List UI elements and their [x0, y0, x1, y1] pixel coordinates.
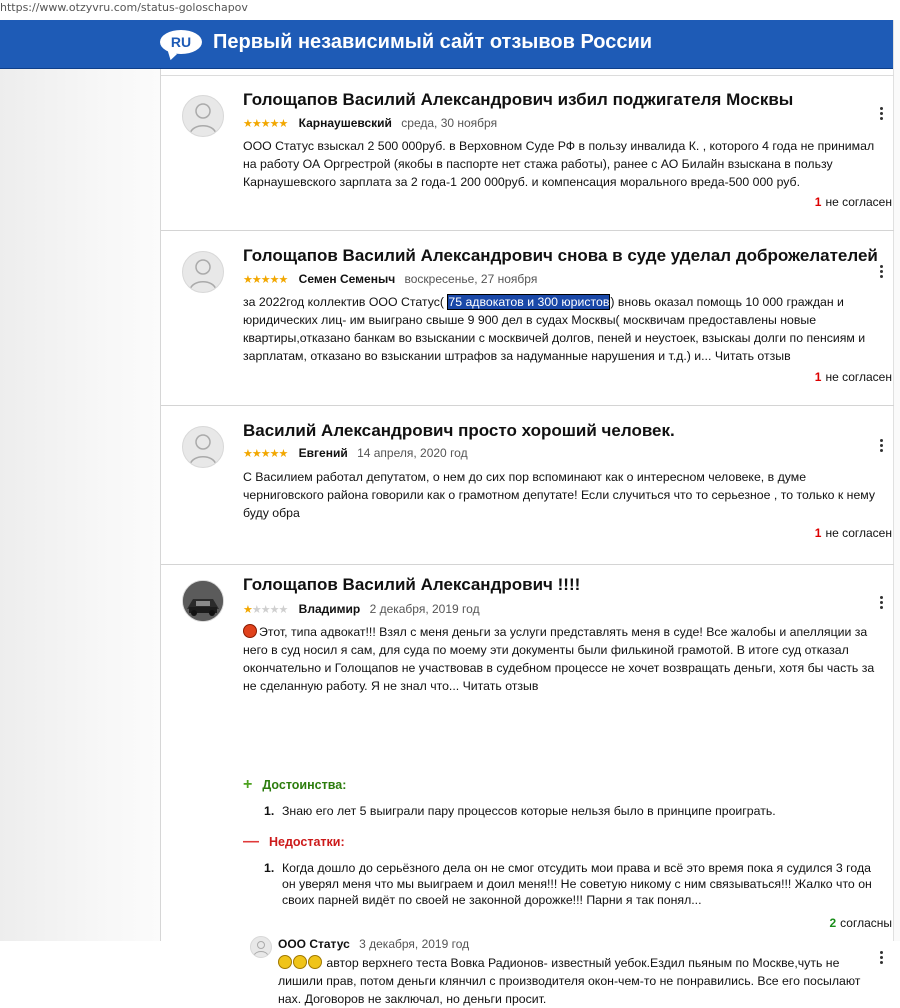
- minus-icon: —: [243, 833, 259, 850]
- disagree-count: 1: [814, 526, 822, 540]
- disagree-label: не согласен: [825, 195, 892, 209]
- review-meta: ★★★★★ Владимир 2 декабря, 2019 год: [243, 602, 480, 616]
- reply-author[interactable]: ООО Статус: [278, 937, 350, 951]
- review-meta: ★★★★★ Семен Семеныч воскресенье, 27 нояб…: [243, 272, 537, 286]
- review-date: 14 апреля, 2020 год: [357, 446, 468, 460]
- read-more-link[interactable]: Читать отзыв: [463, 679, 539, 693]
- agree-count: 2: [829, 916, 837, 930]
- agree-label: согласны: [840, 916, 892, 930]
- reply-text: автор верхнего теста Вовка Радионов- изв…: [278, 954, 883, 1008]
- pros-heading: + Достоинства:: [243, 776, 346, 794]
- kebab-menu-icon[interactable]: [877, 107, 887, 122]
- review-author[interactable]: Владимир: [299, 602, 361, 616]
- review-text: Этот, типа адвокат!!! Взял с меня деньги…: [243, 623, 888, 695]
- smiley-icon: [293, 955, 307, 969]
- reply-date: 3 декабря, 2019 год: [359, 937, 470, 951]
- disagree-count: 1: [814, 195, 822, 209]
- review-title[interactable]: Голощапов Василий Александрович избил по…: [243, 90, 793, 110]
- user-avatar: [182, 426, 224, 468]
- star-rating: ★★★★★: [243, 448, 288, 460]
- agree-counter[interactable]: 2 согласны: [829, 916, 892, 930]
- plus-icon: +: [243, 776, 253, 793]
- user-silhouette-icon: [189, 434, 217, 466]
- disagree-counter[interactable]: 1 не согласен: [815, 195, 892, 209]
- star-rating: ★★★★★: [243, 274, 288, 286]
- left-sidebar: [0, 69, 160, 941]
- reviews-list: Голощапов Василий Александрович избил по…: [160, 69, 894, 1006]
- divider: [161, 75, 894, 76]
- smiley-icon: [308, 955, 322, 969]
- selected-text: 75 адвокатов и 300 юристов: [447, 294, 611, 310]
- list-number: 1.: [264, 861, 275, 875]
- disagree-count: 1: [814, 370, 822, 384]
- cons-title: Недостатки:: [269, 835, 345, 849]
- review-text-part: за 2022год коллектив ООО Статус(: [243, 295, 448, 309]
- kebab-menu-icon[interactable]: [877, 596, 887, 611]
- site-header: RU Первый независимый сайт отзывов Росси…: [0, 20, 893, 69]
- review-title[interactable]: Голощапов Василий Александрович снова в …: [243, 246, 878, 266]
- reply-avatar: [250, 936, 272, 958]
- disagree-label: не согласен: [825, 370, 892, 384]
- user-avatar: [182, 251, 224, 293]
- car-photo-icon: [183, 581, 223, 621]
- review-title[interactable]: Голощапов Василий Александрович !!!!: [243, 575, 580, 595]
- review-date: 2 декабря, 2019 год: [369, 602, 480, 616]
- review-title[interactable]: Василий Александрович просто хороший чел…: [243, 421, 675, 441]
- cons-heading: — Недостатки:: [243, 833, 345, 851]
- review-date: среда, 30 ноября: [401, 116, 498, 130]
- address-bar[interactable]: https://www.otzyvru.com/status-goloschap…: [0, 0, 900, 20]
- review-text: ООО Статус взыскал 2 500 000руб. в Верхо…: [243, 139, 875, 189]
- user-silhouette-icon: [189, 103, 217, 135]
- user-silhouette-icon: [253, 941, 269, 957]
- read-more-link[interactable]: Читать отзыв: [715, 349, 791, 363]
- disagree-counter[interactable]: 1 не согласен: [815, 526, 892, 540]
- divider: [161, 230, 894, 231]
- review-text: С Василием работал депутатом, о нем до с…: [243, 470, 876, 520]
- disagree-counter[interactable]: 1 не согласен: [815, 370, 892, 384]
- smiley-icon: [278, 955, 292, 969]
- review-text: за 2022год коллектив ООО Статус( 75 адво…: [243, 293, 888, 365]
- pros-title: Достоинства:: [262, 778, 347, 792]
- star-rating: ★★★★★: [243, 118, 288, 130]
- user-avatar: [182, 580, 224, 622]
- divider: [161, 405, 894, 406]
- divider: [161, 564, 894, 565]
- user-silhouette-icon: [189, 259, 217, 291]
- pros-text: Знаю его лет 5 выиграли пару процессов к…: [282, 804, 776, 818]
- review-meta: ★★★★★ Карнаушевский среда, 30 ноября: [243, 116, 497, 130]
- star-rating: ★★★★★: [243, 604, 288, 616]
- review-date: воскресенье, 27 ноября: [404, 272, 538, 286]
- review-author[interactable]: Евгений: [299, 446, 348, 460]
- cons-text: Когда дошло до серьёзного дела он не смо…: [282, 861, 872, 907]
- list-number: 1.: [264, 804, 275, 818]
- reply-text-part: автор верхнего теста Вовка Радионов- изв…: [278, 956, 861, 1006]
- kebab-menu-icon[interactable]: [877, 265, 887, 280]
- site-title: Первый независимый сайт отзывов России: [213, 31, 653, 53]
- site-logo[interactable]: RU: [160, 30, 202, 54]
- scrollbar[interactable]: [893, 20, 900, 941]
- angry-face-icon: [243, 624, 257, 638]
- review-author[interactable]: Карнаушевский: [299, 116, 392, 130]
- review-meta: ★★★★★ Евгений 14 апреля, 2020 год: [243, 446, 468, 460]
- user-avatar: [182, 95, 224, 137]
- disagree-label: не согласен: [825, 526, 892, 540]
- kebab-menu-icon[interactable]: [877, 439, 887, 454]
- reply-meta: ООО Статус 3 декабря, 2019 год: [278, 937, 469, 951]
- review-text-part: Этот, типа адвокат!!! Взял с меня деньги…: [243, 625, 875, 693]
- review-author[interactable]: Семен Семеныч: [299, 272, 396, 286]
